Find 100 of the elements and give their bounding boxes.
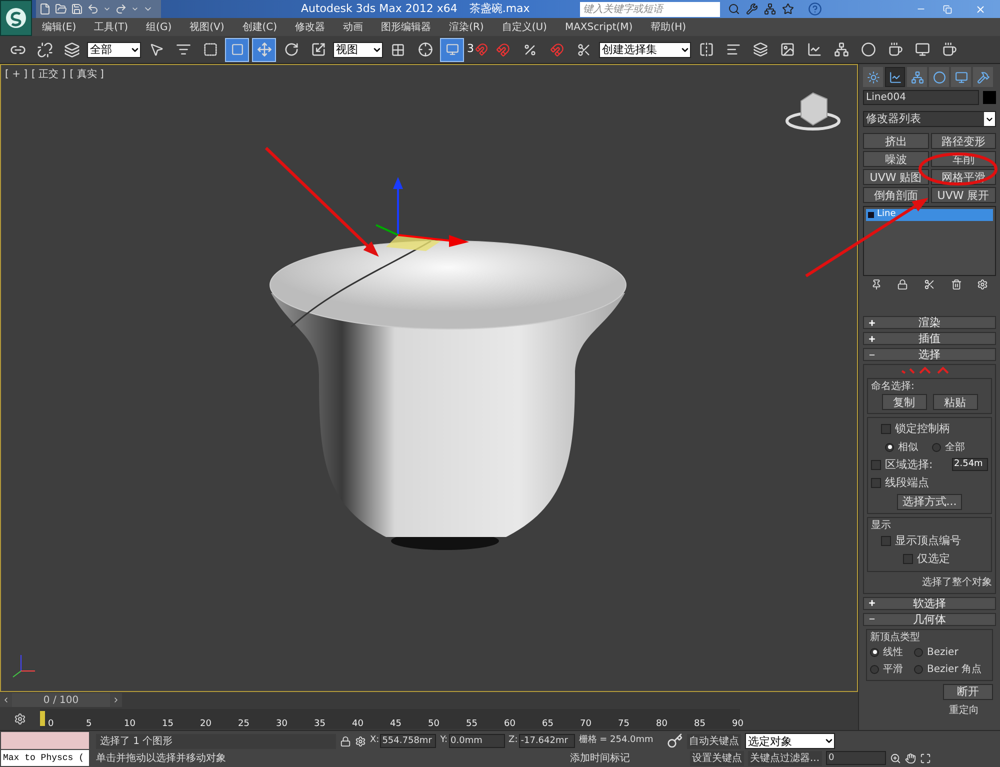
panel-tab[interactable] [973,67,993,87]
menu-item[interactable]: 帮助(H) [650,20,686,34]
rollout-header[interactable]: 软选择 [863,596,996,610]
rollout-header[interactable]: 插值 [863,332,996,345]
pan-icon[interactable] [904,752,916,764]
axis-tripod-icon [12,654,36,678]
panel-button[interactable]: 粘贴 [932,394,978,410]
pin-stack-icon[interactable] [870,279,882,290]
panel-button[interactable]: UVW 贴图 [863,169,928,185]
panel-button[interactable]: UVW 展开 [930,187,996,203]
app-menu-button[interactable] [0,0,32,36]
panel-button[interactable]: 挤出 [863,133,928,149]
panel-tab[interactable] [885,67,905,87]
coordinate-field[interactable]: 0.0mm [448,734,505,748]
menu-item[interactable]: 创建(C) [242,20,278,34]
menu-item[interactable]: 视图(V) [190,20,224,34]
move-icon[interactable] [252,38,276,62]
panel-button[interactable]: 选择方式... [897,494,962,510]
radio-label: Bezier 角点 [927,662,982,676]
radio-button[interactable] [870,664,879,674]
menu-item[interactable]: 自定义(U) [502,20,547,34]
modifier-list-dropdown[interactable]: 修改器列表 [863,111,996,127]
panel-tab[interactable] [907,67,927,87]
viewport-label[interactable]: [ 正交 ] [32,67,66,82]
menu-item[interactable]: 编辑(E) [42,20,76,34]
open-folder-icon[interactable] [55,3,67,15]
caret-icon[interactable] [103,5,111,13]
panel-button[interactable]: 倒角剖面 [863,187,928,203]
status-prompt: 选择了 1 个图形 [96,734,336,748]
radio-label: Bezier [927,646,958,660]
menu-item[interactable]: 组(G) [146,20,172,34]
checkbox[interactable] [881,424,891,434]
listener-input[interactable] [1,732,89,749]
viewport-label[interactable]: [ 真实 ] [70,67,104,82]
add-time-tag-button[interactable]: 添加时间标记 [570,750,650,766]
viewport-label[interactable]: [ + ] [5,67,28,82]
redo-icon[interactable] [115,3,127,15]
panel-button[interactable]: 路径变形 [930,133,996,149]
next-frame-button[interactable] [110,693,122,707]
snap-toggle[interactable]: 3 [467,38,488,62]
menu-item[interactable]: 动画 [343,20,364,34]
panel-tab[interactable] [951,67,971,87]
zoom-icon[interactable] [890,752,901,764]
curve-icon [888,70,902,84]
coordinate-field[interactable]: -17.642mr [518,734,575,748]
radio-button[interactable] [885,442,894,452]
panel-button[interactable]: 复制 [882,394,926,410]
window-crossing-icon[interactable] [225,38,249,62]
radio-button[interactable] [932,442,941,452]
auto-key-button[interactable]: 自动关键点 [686,734,741,748]
right-chevron-icon [112,696,120,704]
panel-button[interactable]: 断开 [943,684,993,700]
ruler-tick-label: 35 [314,720,326,729]
object-name-field[interactable]: Line004 [863,90,979,105]
checkbox[interactable] [871,478,881,488]
previous-frame-button[interactable] [0,693,12,707]
ruler-tick-label: 70 [580,720,592,729]
reference-coordinate-dropdown[interactable]: 视图 [333,42,383,58]
checkbox[interactable] [903,554,913,564]
star-icon[interactable] [782,3,794,15]
search-field[interactable]: 键入关键字或短语 [580,2,720,16]
undo-icon[interactable] [87,3,99,15]
panel-tab[interactable] [863,67,883,87]
selection-filter-dropdown[interactable]: 全部 [87,42,141,58]
area-threshold-spinner[interactable]: 2.54m [952,458,988,472]
reorient-label: 重定向 [949,704,979,718]
listener-output[interactable]: Max to Physcs ( [1,750,89,766]
viewport[interactable]: [ + ] [ 正交 ] [ 真实 ] [0,64,858,692]
ruler-tick-label: 5 [86,720,92,729]
set-key-button[interactable]: 设置关键点 [690,750,744,766]
menu-item[interactable]: MAXScript(M) [564,20,633,34]
panel-tab[interactable] [929,67,949,87]
radio-button[interactable] [914,664,923,674]
save-icon[interactable] [71,3,83,15]
menu-item[interactable]: 工具(T) [94,20,128,34]
coordinate-field[interactable]: 554.758mr [380,734,436,748]
radio-button[interactable] [914,648,923,656]
radio-button[interactable] [870,648,879,656]
key-icon[interactable] [666,733,683,749]
key-filters-button[interactable]: 关键点过滤器... [748,750,822,766]
object-color-swatch[interactable] [983,91,996,104]
named-selection-dropdown[interactable]: 创建选择集 [599,42,691,58]
rollout-header[interactable]: 渲染 [863,316,996,329]
menu-item[interactable]: 修改器 [295,20,326,34]
menu-item[interactable]: 渲染(R) [449,20,484,34]
lock-icon[interactable] [340,736,351,746]
time-slider-thumb[interactable]: 0 / 100 [12,693,110,707]
checkbox[interactable] [871,460,881,470]
frame-field[interactable]: 0 [826,751,886,765]
maximize-viewport-icon[interactable] [920,752,931,764]
key-mode-dropdown[interactable]: 选定对象 [744,733,835,749]
panel-button[interactable]: 噪波 [863,151,928,167]
new-file-icon[interactable] [39,3,51,15]
checkbox[interactable] [881,536,891,546]
plus-icon [868,318,876,326]
remove-modifier-icon[interactable] [950,279,962,290]
rollout-header[interactable]: 几何体 [863,612,996,626]
menu-item[interactable]: 图形编辑器 [381,20,432,34]
wrench-icon[interactable] [746,3,758,15]
rollout-header[interactable]: 选择 [863,348,996,361]
